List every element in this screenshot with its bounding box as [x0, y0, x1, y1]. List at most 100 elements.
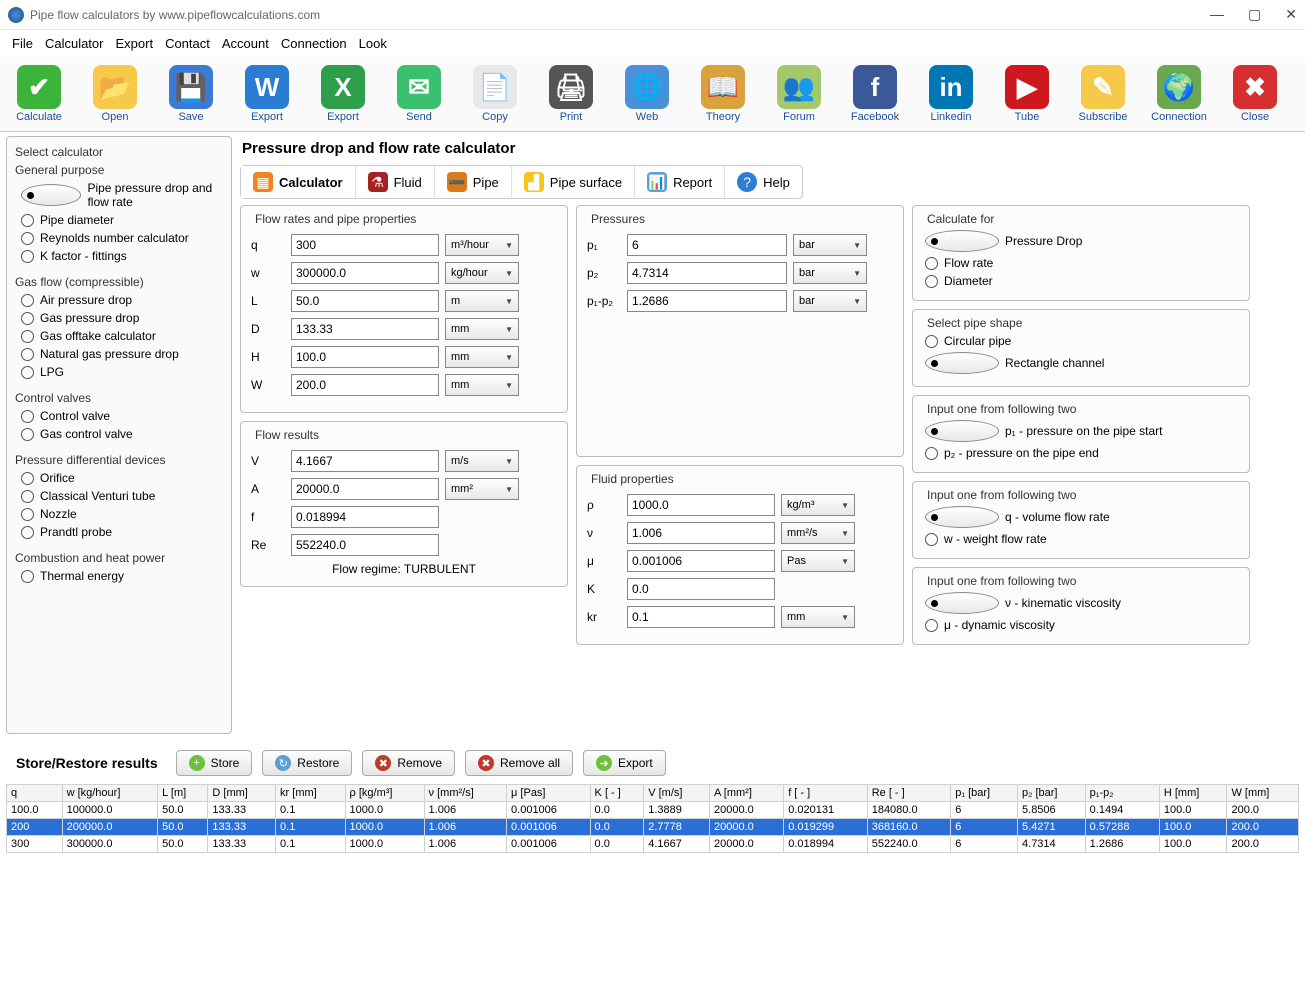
- menu-calculator[interactable]: Calculator: [41, 34, 108, 53]
- input-w[interactable]: [291, 262, 439, 284]
- input-H[interactable]: [291, 346, 439, 368]
- tool-connection[interactable]: 🌍Connection: [1150, 65, 1208, 123]
- sidebar-item[interactable]: Nozzle: [15, 505, 223, 523]
- unit-p2[interactable]: bar▼: [793, 262, 867, 284]
- sidebar-item[interactable]: Prandtl probe: [15, 523, 223, 541]
- tool-web[interactable]: 🌐Web: [618, 65, 676, 123]
- unit-p1[interactable]: bar▼: [793, 234, 867, 256]
- close-button[interactable]: ✕: [1285, 6, 1297, 23]
- input-V[interactable]: [291, 450, 439, 472]
- tab-help[interactable]: ?Help: [725, 166, 802, 198]
- option-item[interactable]: q - volume flow rate: [923, 504, 1239, 530]
- tool-close[interactable]: ✖Close: [1226, 65, 1284, 123]
- table-row[interactable]: 300300000.050.0133.330.11000.01.0060.001…: [7, 836, 1299, 853]
- option-item[interactable]: Flow rate: [923, 254, 1239, 272]
- option-item[interactable]: Pressure Drop: [923, 228, 1239, 254]
- menu-look[interactable]: Look: [355, 34, 391, 53]
- input-dp[interactable]: [627, 290, 787, 312]
- input-q[interactable]: [291, 234, 439, 256]
- option-item[interactable]: Rectangle channel: [923, 350, 1239, 376]
- button-restore[interactable]: ↻Restore: [262, 750, 352, 776]
- option-item[interactable]: ν - kinematic viscosity: [923, 590, 1239, 616]
- unit-rho[interactable]: kg/m³▼: [781, 494, 855, 516]
- sidebar-item[interactable]: Gas offtake calculator: [15, 327, 223, 345]
- tool-export-word[interactable]: WExport: [238, 65, 296, 123]
- col-header[interactable]: K [ - ]: [590, 785, 644, 802]
- tool-send[interactable]: ✉Send: [390, 65, 448, 123]
- option-item[interactable]: w - weight flow rate: [923, 530, 1239, 548]
- tab-calculator[interactable]: ▦Calculator: [241, 166, 356, 198]
- button-export[interactable]: ➜Export: [583, 750, 666, 776]
- sidebar-item[interactable]: Thermal energy: [15, 567, 223, 585]
- sidebar-item[interactable]: LPG: [15, 363, 223, 381]
- input-A[interactable]: [291, 478, 439, 500]
- button-remove[interactable]: ✖Remove: [362, 750, 455, 776]
- menu-file[interactable]: File: [8, 34, 37, 53]
- sidebar-item[interactable]: Gas control valve: [15, 425, 223, 443]
- button-store[interactable]: +Store: [176, 750, 253, 776]
- sidebar-item[interactable]: Reynolds number calculator: [15, 229, 223, 247]
- maximize-button[interactable]: ▢: [1248, 6, 1261, 23]
- tool-facebook[interactable]: fFacebook: [846, 65, 904, 123]
- input-p1[interactable]: [627, 234, 787, 256]
- unit-q[interactable]: m³/hour▼: [445, 234, 519, 256]
- unit-V[interactable]: m/s▼: [445, 450, 519, 472]
- input-rho[interactable]: [627, 494, 775, 516]
- col-header[interactable]: p₂ [bar]: [1018, 785, 1086, 802]
- col-header[interactable]: Re [ - ]: [867, 785, 951, 802]
- sidebar-item[interactable]: Natural gas pressure drop: [15, 345, 223, 363]
- unit-w[interactable]: kg/hour▼: [445, 262, 519, 284]
- menu-contact[interactable]: Contact: [161, 34, 214, 53]
- sidebar-item[interactable]: Pipe pressure drop and flow rate: [15, 179, 223, 211]
- button-remove-all[interactable]: ✖Remove all: [465, 750, 573, 776]
- tool-tube[interactable]: ▶Tube: [998, 65, 1056, 123]
- tool-forum[interactable]: 👥Forum: [770, 65, 828, 123]
- input-nu[interactable]: [627, 522, 775, 544]
- unit-kr[interactable]: mm▼: [781, 606, 855, 628]
- option-item[interactable]: Diameter: [923, 272, 1239, 290]
- unit-A[interactable]: mm²▼: [445, 478, 519, 500]
- tool-export-excel[interactable]: XExport: [314, 65, 372, 123]
- col-header[interactable]: p₁ [bar]: [951, 785, 1018, 802]
- input-W[interactable]: [291, 374, 439, 396]
- input-Re[interactable]: [291, 534, 439, 556]
- tool-open[interactable]: 📂Open: [86, 65, 144, 123]
- sidebar-item[interactable]: K factor - fittings: [15, 247, 223, 265]
- col-header[interactable]: L [m]: [158, 785, 208, 802]
- unit-W[interactable]: mm▼: [445, 374, 519, 396]
- col-header[interactable]: ρ [kg/m³]: [345, 785, 424, 802]
- menu-account[interactable]: Account: [218, 34, 273, 53]
- option-item[interactable]: Circular pipe: [923, 332, 1239, 350]
- sidebar-item[interactable]: Gas pressure drop: [15, 309, 223, 327]
- tool-save[interactable]: 💾Save: [162, 65, 220, 123]
- unit-H[interactable]: mm▼: [445, 346, 519, 368]
- col-header[interactable]: q: [7, 785, 63, 802]
- input-L[interactable]: [291, 290, 439, 312]
- menu-export[interactable]: Export: [111, 34, 157, 53]
- tab-fluid[interactable]: ⚗Fluid: [356, 166, 435, 198]
- unit-nu[interactable]: mm²/s▼: [781, 522, 855, 544]
- input-p2[interactable]: [627, 262, 787, 284]
- tab-pipe[interactable]: ➖Pipe: [435, 166, 512, 198]
- col-header[interactable]: ν [mm²/s]: [424, 785, 506, 802]
- input-K[interactable]: [627, 578, 775, 600]
- tool-linkedin[interactable]: inLinkedin: [922, 65, 980, 123]
- col-header[interactable]: D [mm]: [208, 785, 276, 802]
- minimize-button[interactable]: —: [1210, 6, 1224, 23]
- sidebar-item[interactable]: Control valve: [15, 407, 223, 425]
- col-header[interactable]: kr [mm]: [276, 785, 345, 802]
- option-item[interactable]: μ - dynamic viscosity: [923, 616, 1239, 634]
- col-header[interactable]: H [mm]: [1159, 785, 1227, 802]
- tab-pipe-surface[interactable]: ▟Pipe surface: [512, 166, 635, 198]
- unit-dp[interactable]: bar▼: [793, 290, 867, 312]
- tool-subscribe[interactable]: ✎Subscribe: [1074, 65, 1132, 123]
- col-header[interactable]: μ [Pas]: [507, 785, 591, 802]
- col-header[interactable]: f [ - ]: [784, 785, 868, 802]
- col-header[interactable]: w [kg/hour]: [62, 785, 158, 802]
- sidebar-item[interactable]: Classical Venturi tube: [15, 487, 223, 505]
- table-row[interactable]: 200200000.050.0133.330.11000.01.0060.001…: [7, 819, 1299, 836]
- sidebar-item[interactable]: Orifice: [15, 469, 223, 487]
- input-D[interactable]: [291, 318, 439, 340]
- tool-copy[interactable]: 📄Copy: [466, 65, 524, 123]
- col-header[interactable]: A [mm²]: [710, 785, 784, 802]
